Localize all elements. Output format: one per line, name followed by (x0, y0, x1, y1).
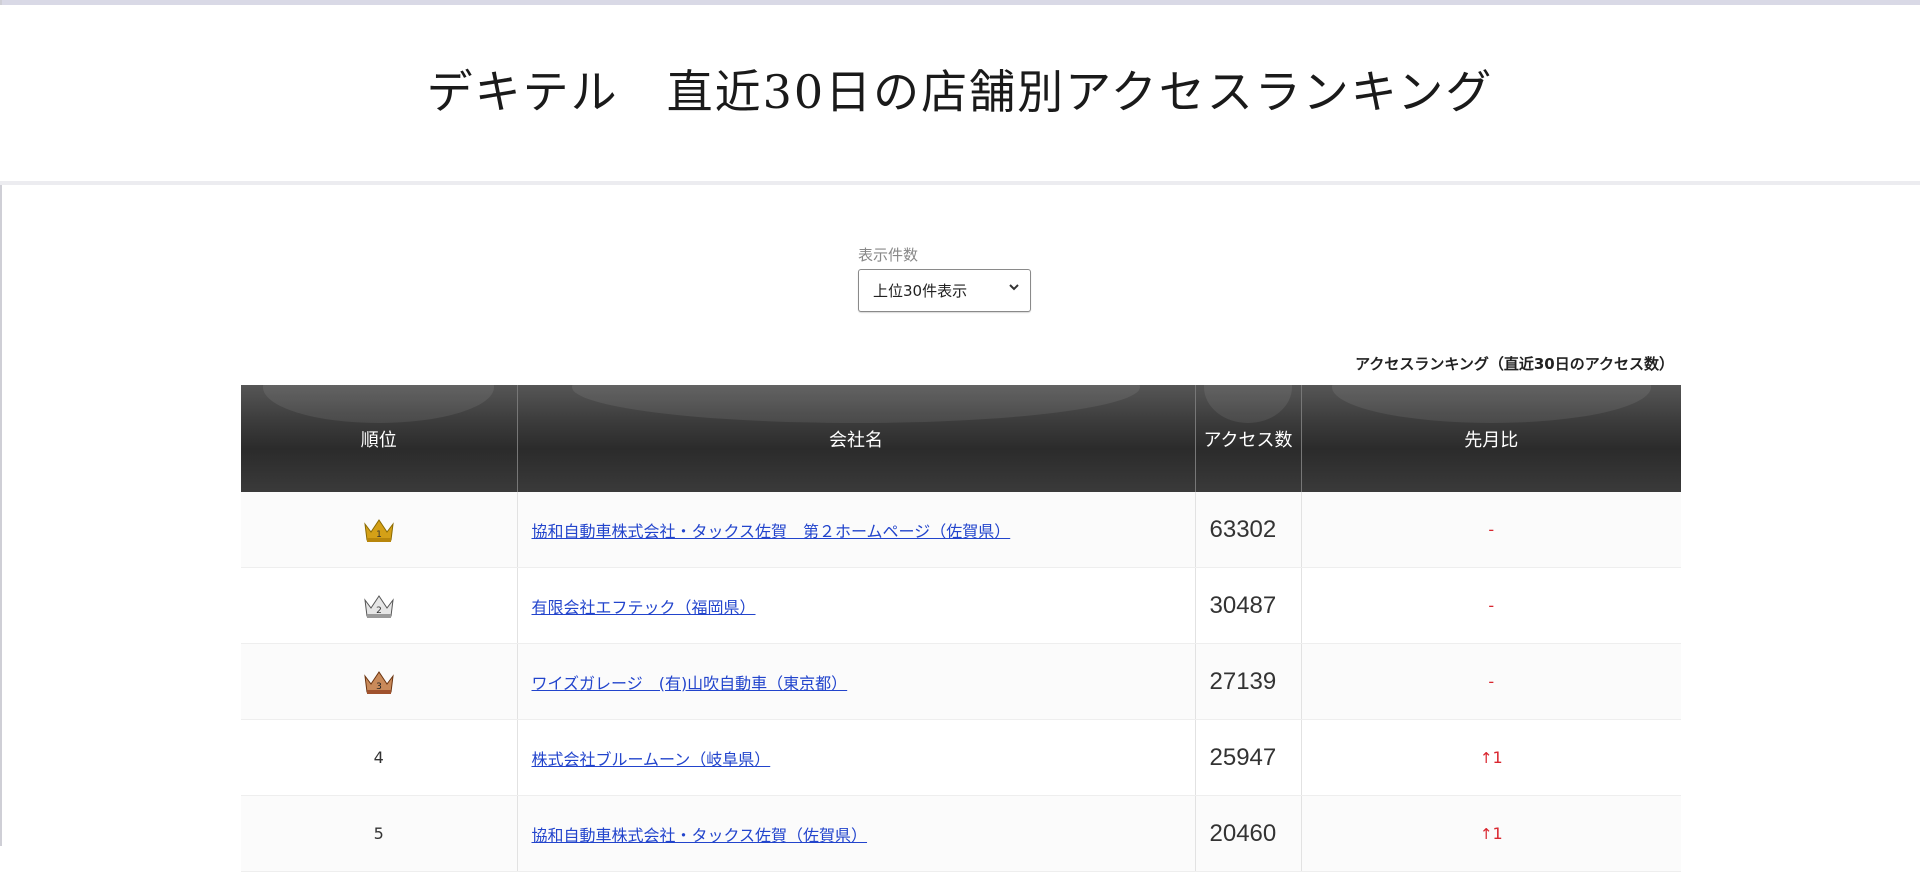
display-count-selected: 上位30件表示 (873, 282, 968, 300)
rank-cell: 4 (241, 719, 518, 796)
change-value: - (1301, 643, 1681, 720)
company-cell: 株式会社ブルームーン（岐阜県） (517, 719, 1196, 796)
display-count-control: 表示件数 上位30件表示 (858, 244, 1033, 312)
page-title: デキテル 直近30日の店舗別アクセスランキング (426, 65, 1494, 119)
column-header-rank: 順位 (241, 385, 518, 492)
display-count-label: 表示件数 (858, 246, 919, 264)
display-count-select[interactable]: 上位30件表示 (858, 269, 1031, 312)
access-count: 30487 (1195, 567, 1302, 644)
company-link[interactable]: 協和自動車株式会社・タックス佐賀（佐賀県） (532, 826, 868, 845)
access-count: 20460 (1195, 795, 1302, 872)
change-value: - (1301, 567, 1681, 644)
rank-cell: 2 (241, 567, 518, 644)
up-arrow-icon: ↑ (1479, 749, 1493, 767)
column-header-change: 先月比 (1301, 385, 1681, 492)
company-link[interactable]: ワイズガレージ (有)山吹自動車（東京都） (532, 674, 848, 693)
company-cell: 協和自動車株式会社・タックス佐賀 第２ホームページ（佐賀県） (517, 492, 1196, 568)
change-cell: ↑1 (1301, 719, 1681, 796)
company-cell: 協和自動車株式会社・タックス佐賀（佐賀県） (517, 795, 1196, 872)
column-header-company: 会社名 (517, 385, 1196, 492)
change-value: 1 (1492, 824, 1503, 843)
gold-crown-icon: 1 (362, 518, 396, 542)
svg-text:2: 2 (376, 606, 382, 616)
rank-cell: 3 (241, 643, 518, 720)
table-row: 2 有限会社エフテック（福岡県） 30487 - (241, 567, 1681, 644)
rank-number: 5 (373, 824, 384, 843)
table-row: 1 協和自動車株式会社・タックス佐賀 第２ホームページ（佐賀県） 63302 - (241, 492, 1681, 568)
svg-text:1: 1 (376, 530, 382, 540)
table-caption: アクセスランキング（直近30日のアクセス数） (1355, 355, 1674, 373)
company-link[interactable]: 有限会社エフテック（福岡県） (532, 598, 756, 617)
table-header-row: 順位 会社名 アクセス数 先月比 (241, 385, 1681, 492)
bronze-crown-icon: 3 (362, 670, 396, 694)
company-link[interactable]: 協和自動車株式会社・タックス佐賀 第２ホームページ（佐賀県） (532, 522, 1011, 541)
table-row: 4 株式会社ブルームーン（岐阜県） 25947 ↑1 (241, 719, 1681, 796)
rank-cell: 1 (241, 492, 518, 568)
company-link[interactable]: 株式会社ブルームーン（岐阜県） (532, 750, 771, 769)
rank-cell: 5 (241, 795, 518, 872)
chevron-down-icon (1008, 281, 1020, 297)
column-header-access: アクセス数 (1195, 385, 1302, 492)
up-arrow-icon: ↑ (1479, 825, 1493, 843)
page-header: デキテル 直近30日の店舗別アクセスランキング (0, 5, 1920, 185)
table-row: 3 ワイズガレージ (有)山吹自動車（東京都） 27139 - (241, 643, 1681, 720)
company-cell: 有限会社エフテック（福岡県） (517, 567, 1196, 644)
change-cell: ↑1 (1301, 795, 1681, 872)
svg-text:3: 3 (376, 682, 382, 692)
table-row: 5 協和自動車株式会社・タックス佐賀（佐賀県） 20460 ↑1 (241, 795, 1681, 872)
access-count: 63302 (1195, 492, 1302, 568)
access-count: 25947 (1195, 719, 1302, 796)
ranking-table: 順位 会社名 アクセス数 先月比 1 協和自動車株式会社・タックス佐賀 第２ホー… (241, 385, 1681, 872)
rank-number: 4 (373, 748, 384, 767)
change-value: 1 (1492, 748, 1503, 767)
change-value: - (1301, 492, 1681, 568)
company-cell: ワイズガレージ (有)山吹自動車（東京都） (517, 643, 1196, 720)
silver-crown-icon: 2 (362, 594, 396, 618)
access-count: 27139 (1195, 643, 1302, 720)
